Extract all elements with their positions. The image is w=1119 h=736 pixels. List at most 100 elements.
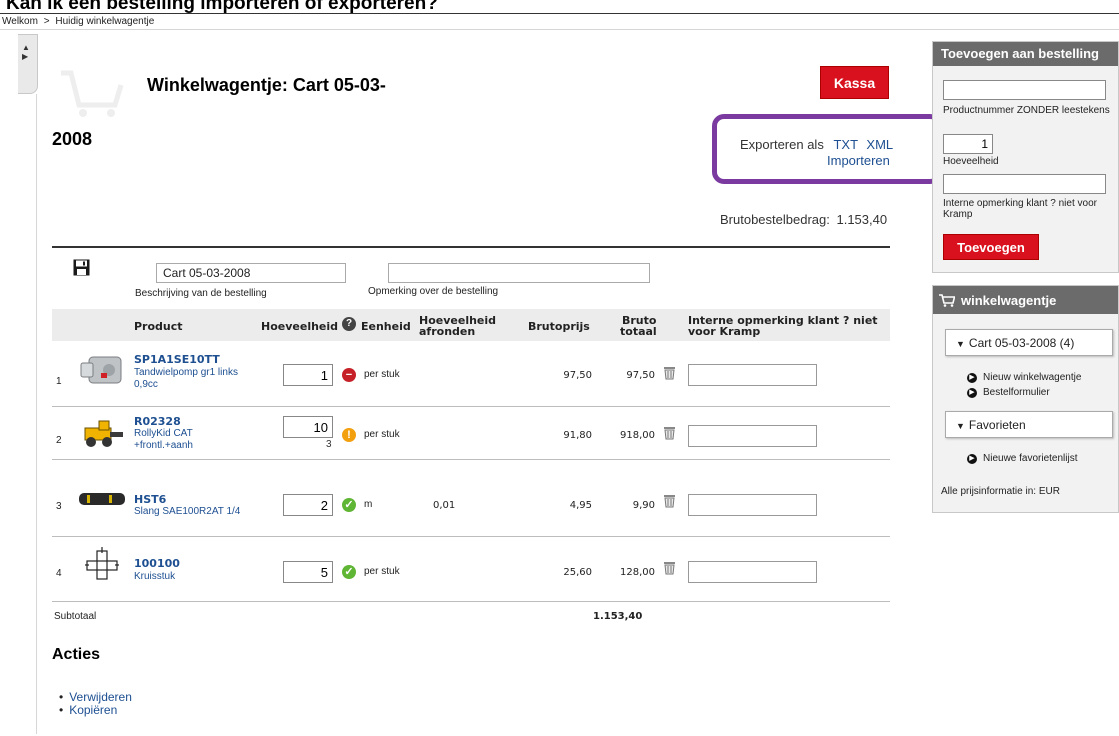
quantity-input[interactable] <box>283 494 333 516</box>
product-description[interactable]: Kruisstuk <box>134 571 254 583</box>
col-header-note-line2: voor Kramp <box>688 325 761 338</box>
cart-icon <box>939 293 955 307</box>
order-form-label: Bestelformulier <box>983 387 1050 398</box>
favorites-dropdown[interactable]: ▼ Favorieten <box>945 411 1113 438</box>
row-divider <box>52 536 890 537</box>
shopping-cart-panel: winkelwagentje ▼ Cart 05-03-2008 (4) ▶ Nie… <box>932 285 1119 513</box>
unit-label: m <box>364 499 373 510</box>
main-content: Winkelwagentje: Cart 05-03- 2008 Kassa E… <box>37 31 942 736</box>
product-code-link[interactable]: SP1A1SE10TT <box>134 353 220 366</box>
subtotal-label: Subtotaal <box>54 611 97 622</box>
arrow-circle-icon: ▶ <box>967 453 977 464</box>
product-number-input[interactable] <box>943 80 1106 100</box>
export-xml-link[interactable]: XML <box>866 137 893 152</box>
favorites-label: Favorieten <box>968 418 1026 432</box>
shopping-cart-header: winkelwagentje <box>933 286 1118 314</box>
row-number: 2 <box>56 435 62 446</box>
bruto-price: 97,50 <box>563 370 592 381</box>
product-code-link[interactable]: R02328 <box>134 415 181 428</box>
product-description[interactable]: RollyKid CAT +frontl.+aanh <box>134 428 254 452</box>
cart-selector-dropdown[interactable]: ▼ Cart 05-03-2008 (4) <box>945 329 1113 356</box>
add-quantity-input[interactable] <box>943 134 993 154</box>
row-divider <box>52 601 890 602</box>
cart-watermark-icon <box>61 70 124 117</box>
hose-thumbnail[interactable] <box>77 481 127 517</box>
product-description[interactable]: Tandwielpomp gr1 links 0,9cc <box>134 367 254 391</box>
cross-fitting-thumbnail[interactable] <box>77 547 127 583</box>
floppy-disk-icon[interactable] <box>73 259 90 276</box>
color-segment-yellow <box>7 271 14 391</box>
order-description-label: Beschrijving van de bestelling <box>135 288 267 299</box>
order-remark-label: Opmerking over de bestelling <box>368 286 499 297</box>
unit-label: per stuk <box>364 369 400 380</box>
cart-selector-label: Cart 05-03-2008 (4) <box>968 336 1075 350</box>
triangle-down-icon: ▼ <box>956 421 965 431</box>
toy-tractor-thumbnail[interactable] <box>77 416 127 452</box>
add-internal-note-input[interactable] <box>943 174 1106 194</box>
add-to-order-panel: Toevoegen aan bestelling Productnummer Z… <box>932 41 1119 273</box>
bruto-total-cell: 97,50 <box>626 370 655 381</box>
triangle-down-icon: ▼ <box>956 339 965 349</box>
breadcrumb-home[interactable]: Welkom <box>2 16 38 27</box>
trash-icon[interactable] <box>663 366 676 380</box>
col-header-unit: Eenheid <box>361 320 411 333</box>
status-available-icon: ✓ <box>342 498 356 512</box>
internal-note-input[interactable] <box>688 425 817 447</box>
add-quantity-label: Hoeveelheid <box>943 156 999 167</box>
color-segment-orange <box>7 672 14 736</box>
breadcrumb-current: Huidig winkelwagentje <box>55 16 155 27</box>
price-currency-note: Alle prijsinformatie in: EUR <box>941 486 1060 497</box>
export-txt-link[interactable]: TXT <box>833 137 857 152</box>
quantity-input[interactable] <box>283 416 333 438</box>
status-available-icon: ✓ <box>342 565 356 579</box>
order-remark-input[interactable] <box>388 263 650 283</box>
new-favorites-link[interactable]: ▶ Nieuwe favorietenlijst <box>967 453 1078 464</box>
status-unavailable-icon: − <box>342 368 356 382</box>
col-header-round-line2: afronden <box>419 325 476 338</box>
col-header-product: Product <box>134 320 183 333</box>
bruto-price: 25,60 <box>563 567 592 578</box>
order-description-input[interactable] <box>156 263 346 283</box>
new-cart-link[interactable]: ▶ Nieuw winkelwagentje <box>967 372 1081 383</box>
export-line: Exporteren als TXT XML <box>740 137 893 152</box>
trash-icon[interactable] <box>663 494 676 508</box>
row-divider <box>52 406 890 407</box>
collapse-arrows-icon: ▲ ▶ <box>22 43 30 61</box>
col-header-total-line2: totaal <box>620 325 657 338</box>
internal-note-input[interactable] <box>688 561 817 583</box>
checkout-button[interactable]: Kassa <box>820 66 889 99</box>
row-number: 3 <box>56 501 62 512</box>
subtotal-value: 1.153,40 <box>593 611 643 622</box>
copy-link[interactable]: Kopiëren <box>69 703 117 717</box>
bruto-total-value: 1.153,40 <box>836 212 888 227</box>
internal-note-input[interactable] <box>688 364 817 386</box>
add-button[interactable]: Toevoegen <box>943 234 1039 260</box>
internal-note-input[interactable] <box>688 494 817 516</box>
bruto-price: 4,95 <box>569 500 592 511</box>
col-header-price: Brutoprijs <box>528 320 590 333</box>
product-code-link[interactable]: HST6 <box>134 493 166 506</box>
trash-icon[interactable] <box>663 561 676 575</box>
add-internal-note-label: Interne opmerking klant ? niet voor Kram… <box>943 198 1097 220</box>
row-number: 1 <box>56 376 62 387</box>
new-cart-label: Nieuw winkelwagentje <box>983 372 1082 383</box>
section-divider <box>52 246 890 248</box>
color-segment-lime <box>7 171 14 271</box>
help-icon[interactable]: ? <box>342 317 356 331</box>
rounding-value: 0,01 <box>433 500 456 511</box>
order-form-link[interactable]: ▶ Bestelformulier <box>967 387 1050 398</box>
arrow-circle-icon: ▶ <box>967 387 977 398</box>
action-item: Kopiëren <box>59 704 132 717</box>
quantity-input[interactable] <box>283 561 333 583</box>
product-description[interactable]: Slang SAE100R2AT 1/4 <box>134 506 254 518</box>
gear-pump-thumbnail[interactable] <box>77 353 127 389</box>
quantity-input[interactable] <box>283 364 333 386</box>
trash-icon[interactable] <box>663 426 676 440</box>
product-number-label: Productnummer ZONDER leestekens <box>943 105 1110 116</box>
unit-label: per stuk <box>364 429 400 440</box>
product-code-link[interactable]: 100100 <box>134 557 180 570</box>
import-link[interactable]: Importeren <box>827 153 890 168</box>
delete-link[interactable]: Verwijderen <box>69 690 132 704</box>
breadcrumb: Welkom > Huidig winkelwagentje <box>0 13 1119 30</box>
sidebar-collapse-tab[interactable]: ▲ ▶ <box>18 34 38 94</box>
